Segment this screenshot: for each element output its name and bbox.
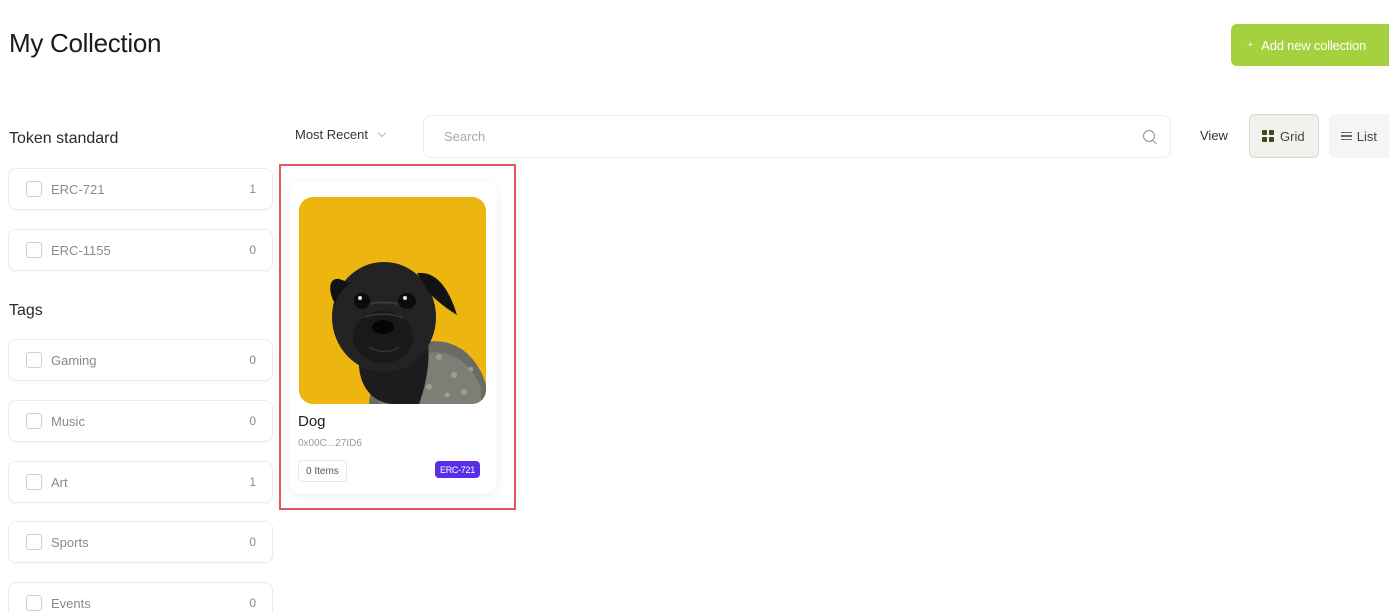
filter-label: ERC-1155 xyxy=(51,242,111,258)
checkbox[interactable] xyxy=(26,413,42,429)
chevron-down-icon xyxy=(377,128,387,137)
search-input[interactable] xyxy=(444,129,1142,144)
search-box[interactable] xyxy=(423,115,1171,158)
list-view-label: List xyxy=(1356,128,1377,144)
filter-count: 0 xyxy=(249,414,256,428)
items-count-badge: 0 Items xyxy=(298,460,347,482)
filter-count: 0 xyxy=(249,535,256,549)
filter-erc-1155[interactable]: ERC-1155 0 xyxy=(8,229,273,271)
checkbox[interactable] xyxy=(26,595,42,611)
grid-icon xyxy=(1262,130,1275,142)
collection-address: 0x00C...27ID6 xyxy=(298,438,362,449)
checkbox[interactable] xyxy=(26,352,42,368)
filter-count: 0 xyxy=(249,353,256,367)
filter-tag-events[interactable]: Events 0 xyxy=(8,582,273,613)
tags-heading: Tags xyxy=(9,302,43,319)
filter-label: Gaming xyxy=(51,352,97,368)
filter-count: 0 xyxy=(249,243,256,257)
collection-image xyxy=(299,197,486,404)
filter-label: Art xyxy=(51,474,68,490)
grid-view-button[interactable]: Grid xyxy=(1249,114,1319,158)
filter-tag-music[interactable]: Music 0 xyxy=(8,400,273,442)
checkbox[interactable] xyxy=(26,181,42,197)
filter-label: Music xyxy=(51,413,85,429)
grid-view-label: Grid xyxy=(1280,128,1305,144)
search-icon[interactable] xyxy=(1142,129,1158,145)
filter-label: ERC-721 xyxy=(51,181,105,197)
filter-count: 1 xyxy=(249,182,256,196)
token-standard-heading: Token standard xyxy=(9,130,119,147)
filter-tag-art[interactable]: Art 1 xyxy=(8,461,273,503)
filter-count: 1 xyxy=(249,475,256,489)
filter-count: 0 xyxy=(249,596,256,610)
filter-label: Events xyxy=(51,595,91,611)
plus-icon: + xyxy=(1247,39,1254,51)
checkbox[interactable] xyxy=(26,534,42,550)
list-view-button[interactable]: List xyxy=(1329,114,1389,158)
collection-card[interactable]: Dog 0x00C...27ID6 0 Items ERC-721 xyxy=(289,181,497,494)
collection-name: Dog xyxy=(298,413,326,430)
page-title: My Collection xyxy=(9,28,162,58)
token-standard-badge: ERC-721 xyxy=(435,461,480,478)
filter-erc-721[interactable]: ERC-721 1 xyxy=(8,168,273,210)
view-label: View xyxy=(1200,128,1228,143)
sort-label: Most Recent xyxy=(295,127,368,142)
filter-tag-sports[interactable]: Sports 0 xyxy=(8,521,273,563)
filter-label: Sports xyxy=(51,534,89,550)
filter-tag-gaming[interactable]: Gaming 0 xyxy=(8,339,273,381)
list-icon xyxy=(1341,131,1352,141)
sort-dropdown[interactable]: Most Recent xyxy=(295,127,387,142)
pug-dog-icon xyxy=(299,197,486,404)
add-new-collection-label: Add new collection xyxy=(1261,37,1367,53)
add-new-collection-button[interactable]: + Add new collection xyxy=(1231,24,1389,66)
checkbox[interactable] xyxy=(26,474,42,490)
checkbox[interactable] xyxy=(26,242,42,258)
